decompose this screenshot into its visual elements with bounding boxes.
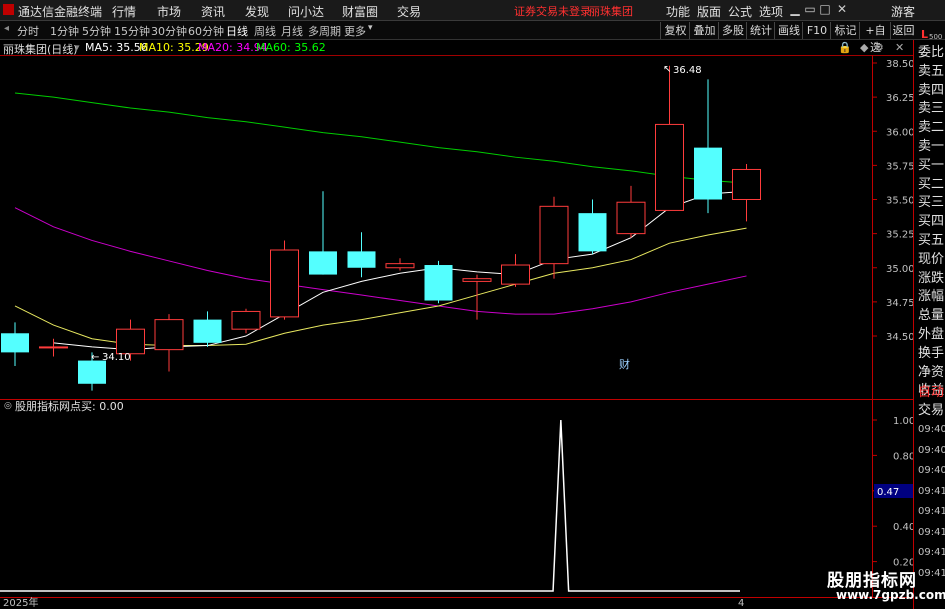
- quote-label: 卖四: [918, 82, 945, 98]
- high-marker: ↖: [663, 64, 671, 75]
- candle-body-down: [424, 265, 453, 301]
- quote-label: 卖一: [918, 139, 945, 154]
- ma60-polyline: [14, 92, 747, 184]
- candle-body-up: [616, 201, 646, 235]
- candle-body-up: [116, 328, 145, 355]
- candle-body-up: [154, 319, 184, 351]
- quote-label: 卖三: [918, 101, 945, 117]
- quote-label: 卖二: [918, 120, 945, 136]
- price-tick-label: 35.25: [886, 230, 915, 241]
- quote-label: 卖五: [918, 63, 945, 79]
- price-tick-label: 38.50: [886, 59, 915, 70]
- candle-body-down: [309, 251, 337, 275]
- price-tick-label: 34.75: [886, 298, 915, 309]
- trade-time: 09:40: [918, 424, 945, 435]
- candle-body-down: [78, 360, 106, 384]
- candle-body-down: [578, 213, 607, 252]
- price-axis: 38.50 36.25 36.00 35.75 35.50 35.25 35.00 34.75…: [886, 59, 915, 343]
- quote-label: 买四: [918, 214, 945, 230]
- event-marker: 财: [619, 357, 630, 371]
- kline-chart[interactable]: 38.50 36.25 36.00 35.75 35.50 35.25 35.00 34.75…: [0, 0, 945, 609]
- quote-label: 买二: [918, 176, 945, 192]
- candle-body-up: [732, 168, 761, 201]
- panel-corner-num: 500: [929, 33, 943, 41]
- quote-label: 涨幅: [918, 289, 945, 305]
- quote-label: 外盘: [918, 327, 945, 342]
- right-marker: 4: [738, 598, 744, 609]
- year-label: 2025年: [3, 596, 38, 609]
- quote-label: 换手: [918, 345, 945, 361]
- price-tick-label: 36.00: [886, 127, 915, 138]
- trade-time: 09:41: [918, 485, 945, 497]
- indicator-tick-label: 0.40: [893, 522, 915, 533]
- indicator-tick-label: 0.80: [893, 451, 915, 462]
- cursor-value: 0.47: [877, 487, 899, 498]
- candle-body-up: [462, 278, 492, 282]
- quote-label: 总量: [918, 308, 945, 324]
- trade-label[interactable]: 交易: [918, 401, 944, 421]
- quote-label: 买一: [918, 157, 945, 173]
- low-marker: ←: [91, 352, 99, 363]
- trade-time: 09:41: [918, 506, 945, 517]
- candle-body-up: [501, 264, 530, 285]
- quote-label: 买五: [918, 233, 945, 248]
- trade-time: 09:41: [918, 547, 945, 558]
- auto-trade-label[interactable]: 自动: [918, 383, 944, 403]
- candle-body-up: [385, 263, 415, 269]
- candle-body-down: [694, 147, 722, 200]
- price-tick-label: 34.50: [886, 332, 915, 343]
- ma10-polyline: [14, 227, 747, 347]
- indicator-line: [0, 419, 740, 592]
- trade-time: 09:40: [918, 465, 945, 476]
- high-annotation: 36.48: [673, 65, 702, 76]
- candle-body-down: [193, 319, 222, 343]
- quote-label: 买三: [918, 195, 945, 211]
- low-annotation: 34.10: [102, 352, 131, 363]
- indicator-value: 点买: 0.00: [70, 400, 124, 413]
- indicator-title: 股朋指标网: [15, 399, 70, 413]
- quote-label: 现价: [918, 251, 945, 267]
- candle-body-up: [539, 205, 569, 265]
- candle-body-up: [270, 249, 299, 318]
- quote-label: 委比: [918, 45, 945, 60]
- candle-body-down: [347, 251, 376, 268]
- candle-body-up: [231, 310, 261, 330]
- quote-label: 涨跌: [918, 270, 945, 286]
- candle-body-up: [39, 346, 68, 349]
- price-tick-label: 35.50: [886, 196, 915, 207]
- quote-label: 净资: [918, 364, 945, 380]
- price-tick-label: 35.75: [886, 161, 915, 172]
- trade-time: 09:41: [918, 526, 945, 538]
- indicator-collapse-icon: ◎: [4, 401, 12, 411]
- trade-time: 09:41: [918, 567, 945, 579]
- candle-body-up: [655, 123, 684, 211]
- indicator-polyline: [0, 419, 740, 592]
- candle-body-down: [1, 333, 29, 353]
- indicator-tick-label: 1.00: [893, 416, 915, 427]
- ma10-line: [14, 227, 747, 347]
- trade-time: 09:40: [918, 444, 945, 456]
- price-tick-label: 36.25: [886, 93, 915, 104]
- watermark-url: www.7gpzb.com: [836, 588, 945, 602]
- ma60-line: [14, 92, 747, 184]
- price-tick-label: 35.00: [886, 264, 915, 275]
- panel-corner-l: L: [921, 28, 929, 41]
